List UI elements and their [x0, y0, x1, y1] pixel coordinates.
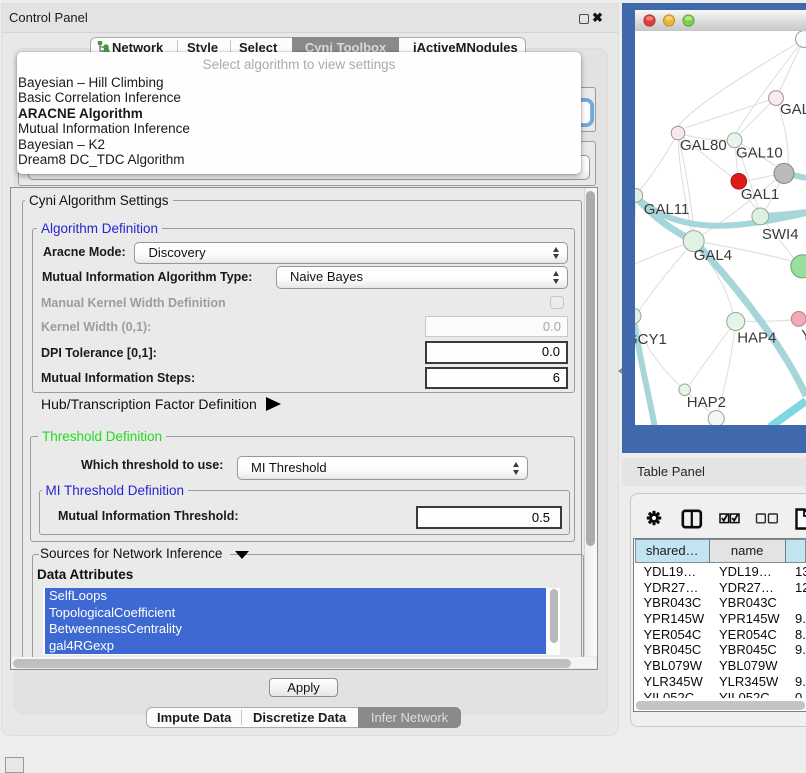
- svg-text:HAP4: HAP4: [737, 330, 776, 347]
- svg-text:GAL7: GAL7: [780, 101, 806, 118]
- svg-text:GAL80: GAL80: [680, 137, 727, 154]
- svg-text:SWI4: SWI4: [762, 226, 799, 243]
- svg-text:HAP2: HAP2: [687, 394, 726, 411]
- svg-text:GCY1: GCY1: [635, 331, 667, 348]
- svg-text:YML: YML: [801, 327, 806, 344]
- svg-text:GAL4: GAL4: [694, 247, 732, 264]
- svg-text:GAL10: GAL10: [736, 145, 783, 162]
- svg-text:GAL11: GAL11: [644, 201, 690, 218]
- svg-text:GAL1: GAL1: [741, 186, 779, 203]
